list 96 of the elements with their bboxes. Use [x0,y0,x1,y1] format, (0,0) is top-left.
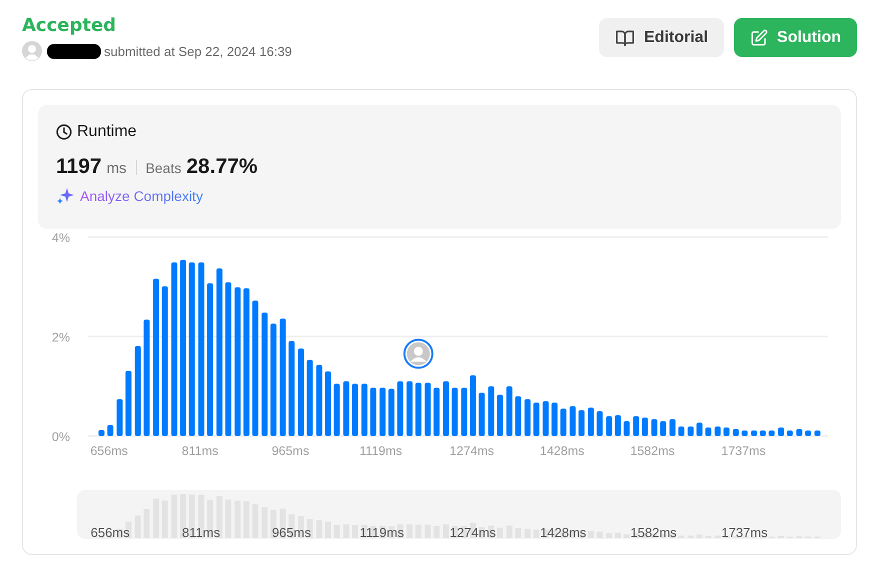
histogram-bar [424,382,431,436]
histogram-bar [542,401,549,436]
x-axis-label: 1582ms [630,444,675,458]
histogram-bar [732,429,739,436]
histogram-bar [496,394,503,436]
histogram-bar [678,426,684,436]
histogram-bar [796,429,802,436]
range-navigator[interactable]: 656ms 811ms 965ms 1119ms 1274ms 1428ms 1582ms 1737ms [77,490,841,539]
histogram-bar [478,392,485,436]
histogram-bar [506,386,512,436]
navigator-label: 1274ms [450,525,496,539]
histogram-bar [406,381,413,436]
histogram-bar [714,426,721,436]
navigator-label: 1582ms [630,525,677,539]
runtime-unit: ms [106,160,127,177]
histogram-bar [705,428,712,436]
histogram-bar [470,375,476,436]
histogram-bar [325,371,332,436]
histogram-bar [633,416,640,436]
y-axis-label: 0% [52,430,70,444]
histogram-bar [751,430,758,436]
histogram-bar [442,381,449,436]
histogram-bar [805,430,812,436]
histogram-bar [578,410,585,436]
histogram-bar [334,384,340,436]
avatar-icon [22,41,42,61]
x-axis-label: 811ms [182,444,218,458]
histogram-bar [126,370,132,436]
navigator-label: 656ms [90,525,130,539]
runtime-value: 1197 [56,155,102,179]
histogram-bar [515,396,522,436]
sparkle-icon [56,187,74,205]
navigator-label: 1428ms [540,525,586,539]
x-axis-label: 1428ms [540,444,584,458]
y-axis-label: 2% [52,330,70,344]
navigator-label: 1119ms [360,525,404,539]
histogram-bar [552,402,558,436]
histogram-bar [814,430,820,436]
histogram-bar [488,386,494,436]
submitted-time: submitted at Sep 22, 2024 16:39 [104,44,292,58]
histogram-bar [651,419,658,436]
x-axis-label: 1274ms [450,444,494,458]
navigator-label: 965ms [272,525,311,539]
histogram-bar [524,399,531,436]
histogram-bar [768,430,775,436]
histogram-bar [596,411,603,436]
histogram-bar [588,408,594,436]
beats-label: Beats [146,160,182,176]
histogram-bar [660,421,666,436]
status-title: Accepted [22,14,118,38]
histogram-bar [570,406,576,436]
histogram-bar [560,408,566,436]
book-icon [615,28,635,46]
histogram-bar [316,364,322,436]
histogram-bar [778,428,784,436]
histogram-bar [434,388,440,436]
histogram-bar [760,430,766,436]
y-axis-label: 4% [52,231,70,245]
histogram-bar [642,418,648,436]
x-axis-label: 1119ms [360,444,402,458]
histogram-bar [388,388,394,436]
navigator-label: 811ms [182,525,220,539]
histogram-bar [415,382,422,436]
histogram-bar [98,430,104,436]
histogram-bar [696,422,702,436]
histogram-bar [461,388,468,436]
navigator-label: 1737ms [721,525,768,539]
histogram-bar [397,381,404,436]
redaction-mark [47,44,101,58]
histogram-bar [361,384,368,436]
histogram-bar [742,430,748,436]
histogram-bar [624,421,630,436]
user-marker-icon [403,338,434,369]
beats-value: 28.77% [186,155,258,179]
histogram-bar [786,430,793,436]
histogram-bar [380,388,386,436]
clock-icon [56,124,72,140]
analyze-complexity-link[interactable]: Analyze Complexity [80,188,203,204]
x-axis-label: 656ms [90,444,128,458]
histogram-bar [107,425,114,436]
histogram-bar [452,388,458,436]
histogram-bar [370,388,376,436]
histogram-bar [723,428,730,436]
histogram-bar [614,415,621,436]
histogram-bar [533,402,540,436]
histogram-bar [343,381,350,436]
edit-icon [750,28,768,46]
histogram-bar [606,416,612,436]
histogram-bar [688,426,694,436]
histogram-bar [670,419,676,436]
runtime-title: Runtime [77,123,137,141]
histogram-bar [116,399,123,436]
x-axis-label: 965ms [272,444,310,458]
editorial-button[interactable]: Editorial [599,18,724,57]
histogram-bar [352,384,358,436]
x-axis-label: 1737ms [721,444,766,458]
